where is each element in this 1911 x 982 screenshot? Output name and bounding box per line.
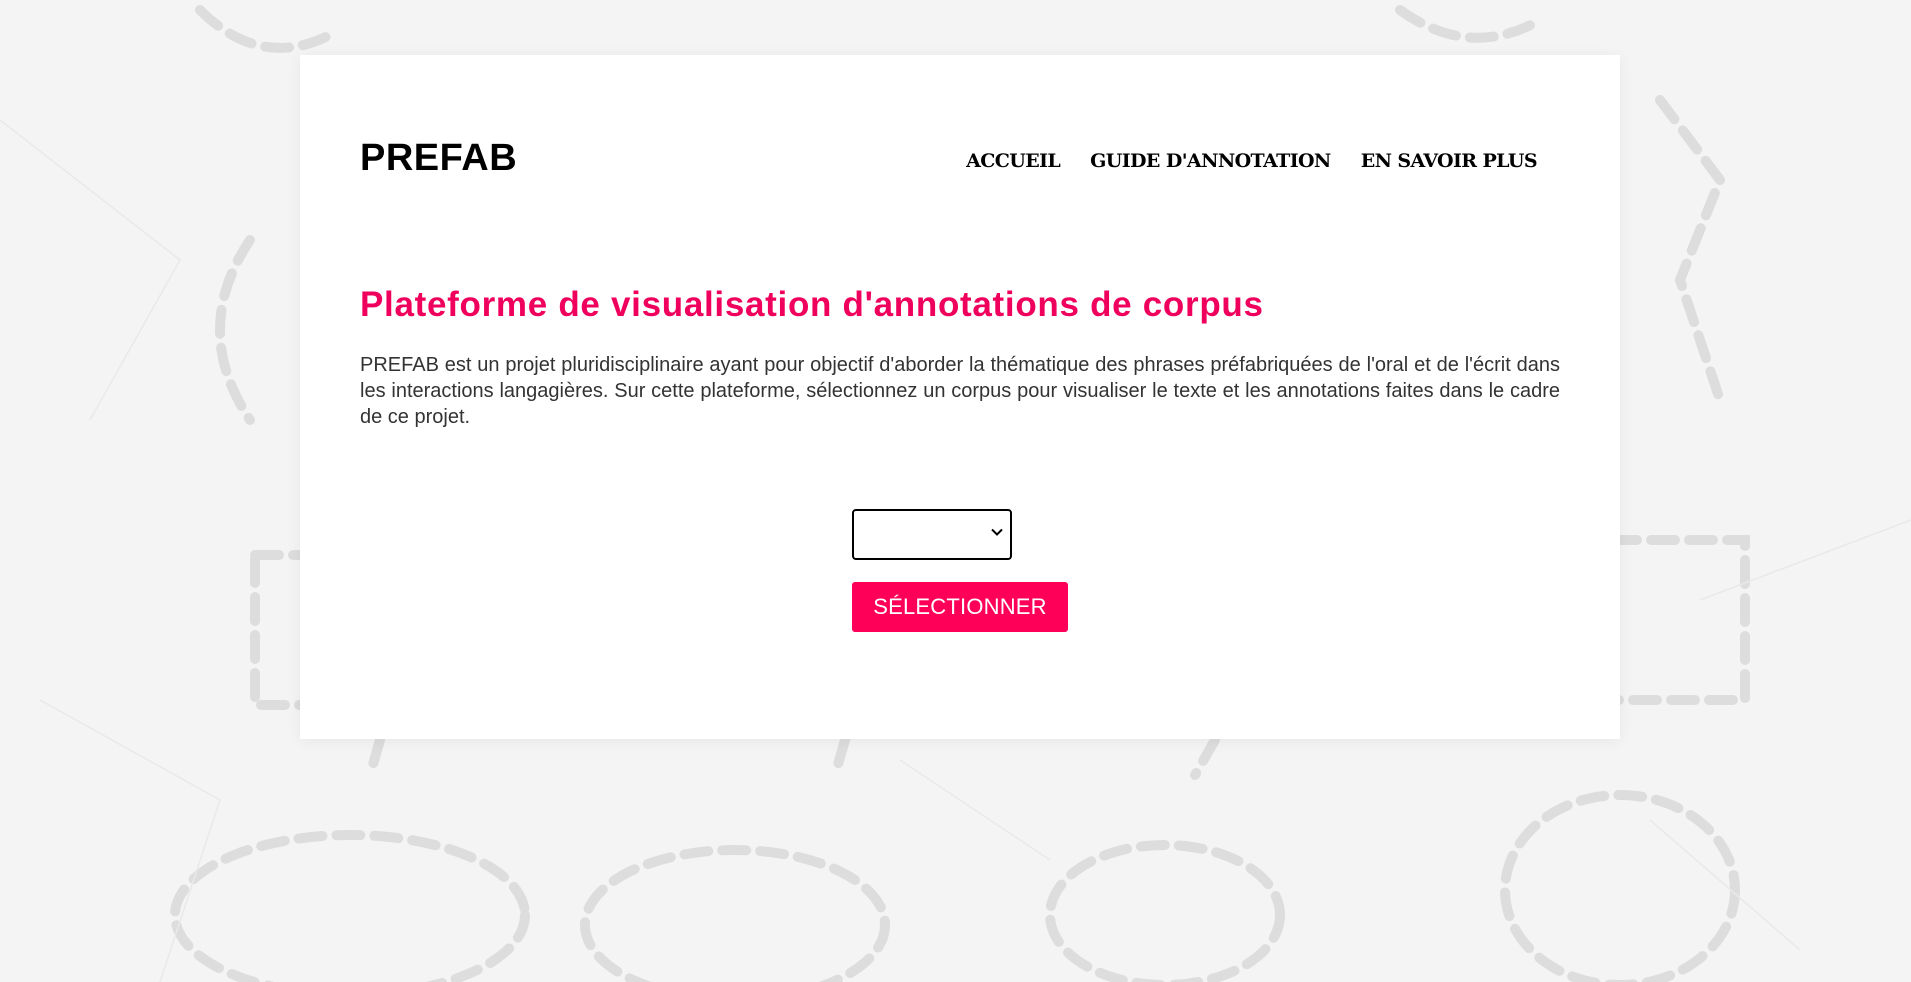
main-nav: ACCUEIL GUIDE D'ANNOTATION EN SAVOIR PLU… [966, 150, 1538, 172]
nav-item-guide-annotation[interactable]: GUIDE D'ANNOTATION [1090, 150, 1331, 172]
site-brand[interactable]: PREFAB [360, 137, 517, 180]
page-title: Plateforme de visualisation d'annotation… [360, 285, 1264, 324]
page-description: PREFAB est un projet pluridisciplinaire … [360, 354, 1560, 428]
chevron-down-icon [991, 528, 1003, 536]
select-corpus-button[interactable]: SÉLECTIONNER [852, 582, 1068, 632]
main-card: PREFAB ACCUEIL GUIDE D'ANNOTATION EN SAV… [300, 55, 1620, 739]
corpus-select[interactable] [852, 509, 1012, 560]
nav-item-en-savoir-plus[interactable]: EN SAVOIR PLUS [1361, 150, 1538, 172]
nav-item-accueil[interactable]: ACCUEIL [966, 150, 1061, 172]
